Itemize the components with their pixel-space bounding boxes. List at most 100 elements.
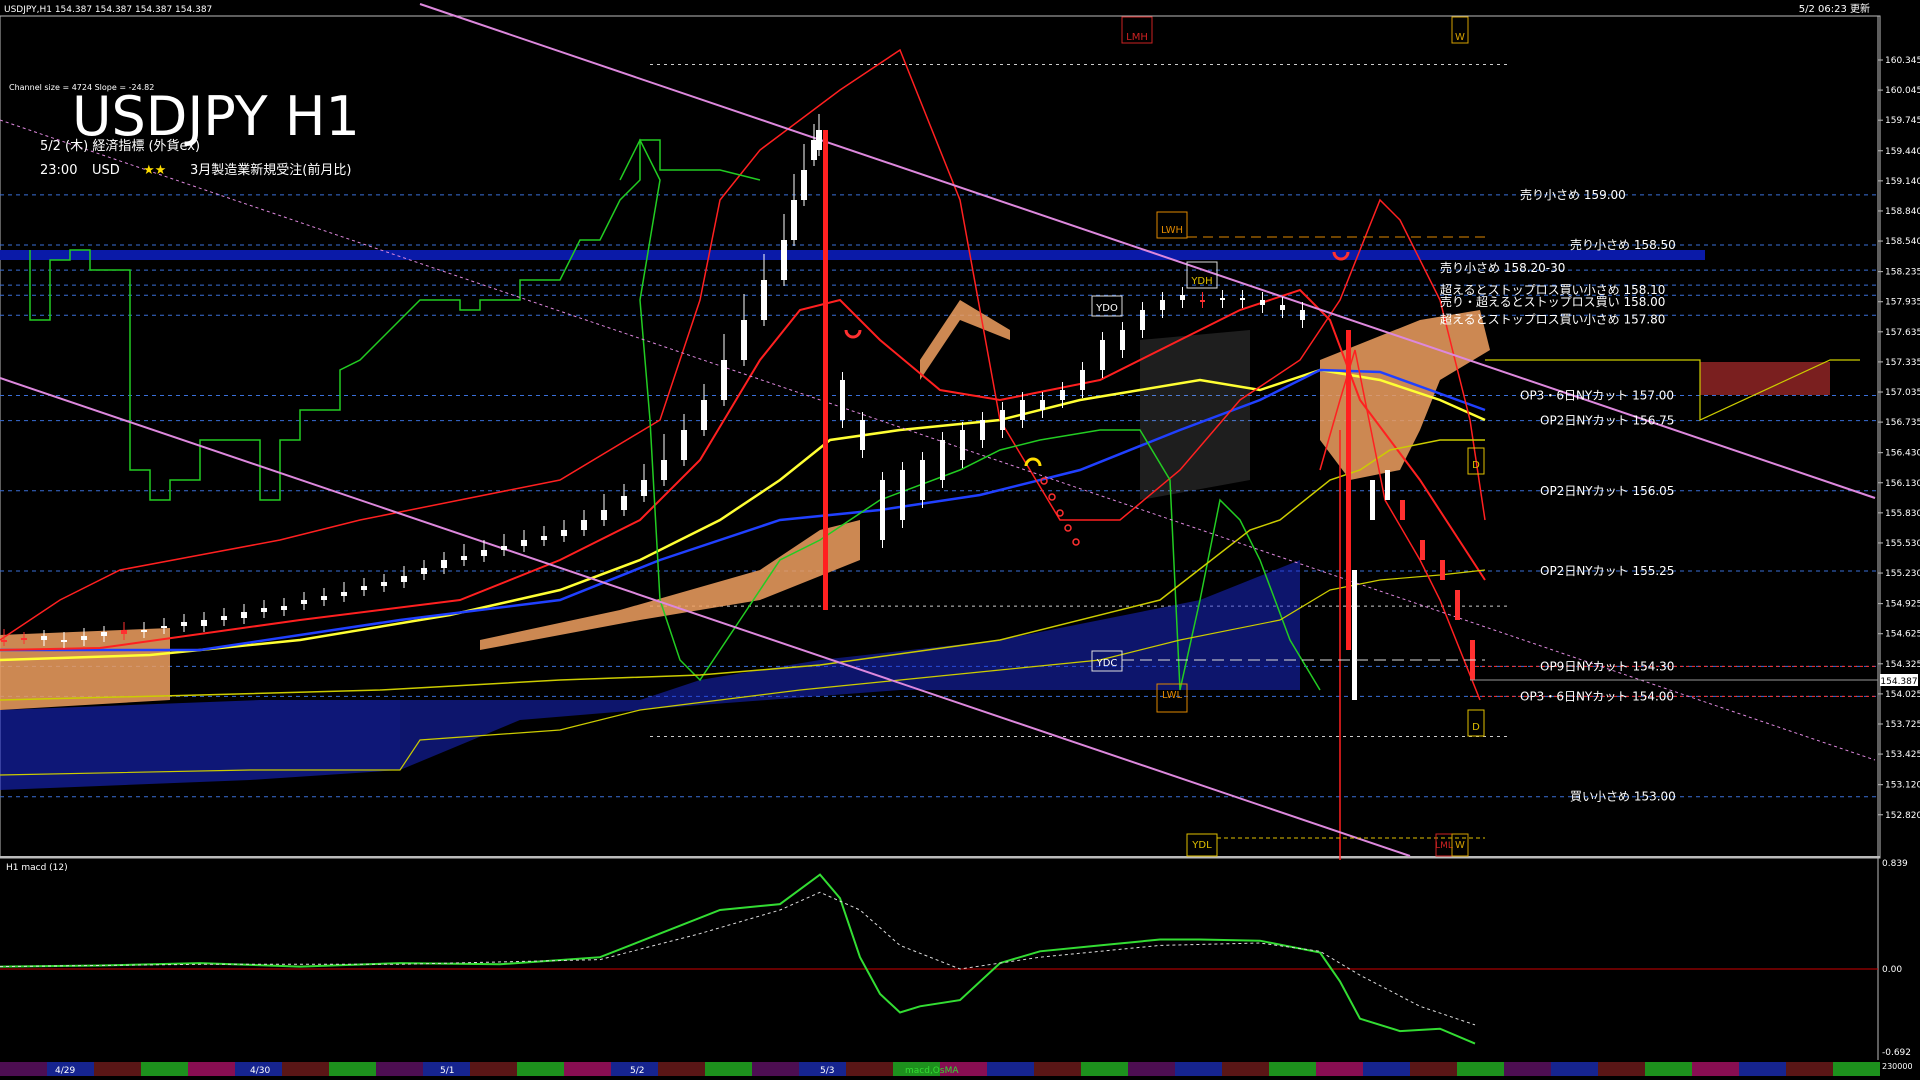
candle-body	[621, 496, 627, 510]
level-label: 売り小さめ 158.50	[1570, 237, 1676, 252]
candle-body	[361, 586, 367, 590]
time-segment	[94, 1062, 141, 1076]
resistance-band	[0, 250, 1705, 260]
candle-body	[1420, 540, 1425, 560]
time-segment	[1034, 1062, 1081, 1076]
candle-body	[421, 568, 427, 574]
time-segment	[987, 1062, 1034, 1076]
candle-body	[81, 636, 87, 640]
candle-body	[1385, 470, 1390, 500]
time-segment	[752, 1062, 799, 1076]
time-segment	[1739, 1062, 1786, 1076]
price-tick-label: 154.625	[1885, 630, 1920, 640]
ydo-label: YDO	[1095, 303, 1118, 314]
price-tick-label: 155.530	[1885, 539, 1920, 549]
candle-body	[401, 576, 407, 582]
macd-signal-line	[0, 891, 1476, 1026]
level-label: OP3・6日NYカット 157.00	[1520, 389, 1674, 403]
level-label: 売り小さめ 159.00	[1520, 187, 1626, 202]
candle-body	[481, 550, 487, 556]
time-segment	[470, 1062, 517, 1076]
time-segment	[1410, 1062, 1457, 1076]
time-segment	[1645, 1062, 1692, 1076]
candle-body	[761, 280, 767, 320]
candle-body	[801, 170, 807, 200]
price-tick-label: 153.725	[1885, 720, 1920, 730]
time-segment	[1175, 1062, 1222, 1076]
level-label: OP2日NYカット 156.05	[1540, 484, 1674, 498]
candle-body	[816, 130, 822, 150]
time-extra-label: macd,OsMA	[905, 1066, 959, 1076]
ydh-label: YDH	[1190, 276, 1212, 287]
candle-body	[1370, 480, 1375, 520]
time-segment	[1269, 1062, 1316, 1076]
time-segment	[1786, 1062, 1833, 1076]
candle-body	[101, 632, 107, 636]
candle-body	[791, 200, 797, 240]
time-segment	[1692, 1062, 1739, 1076]
time-segment	[1222, 1062, 1269, 1076]
usdjpy-h1-chart[interactable]: LMH W LWH YDH YDO YDC LWL YDL LML W D D	[0, 0, 1920, 1080]
event-name: 3月製造業新規受注(前月比)	[190, 162, 351, 178]
candle-body	[441, 560, 447, 568]
time-segment	[658, 1062, 705, 1076]
price-tick-label: 154.925	[1885, 600, 1920, 610]
time-label: 5/2	[630, 1066, 644, 1076]
time-segment	[0, 1062, 47, 1076]
candle-body	[501, 546, 507, 550]
candle-body	[41, 636, 47, 640]
time-segment	[517, 1062, 564, 1076]
d-low-label: D	[1472, 722, 1480, 733]
time-segment	[282, 1062, 329, 1076]
candle-body	[301, 600, 307, 604]
candle-body	[521, 540, 527, 546]
price-tick-label: 156.430	[1885, 449, 1920, 459]
candle-body	[1, 640, 7, 642]
price-tick-label: 154.325	[1885, 660, 1920, 670]
candle-body	[541, 536, 547, 540]
level-label: 売り小さめ 158.20-30	[1440, 260, 1565, 275]
level-label: 売り・超えるとストップロス買い 158.00	[1440, 294, 1665, 309]
candle-body	[341, 592, 347, 596]
lwl-label: LWL	[1162, 690, 1183, 701]
time-segment	[1363, 1062, 1410, 1076]
cloud-dotted	[1140, 330, 1250, 500]
macd-line	[0, 873, 1476, 1045]
time-segment	[846, 1062, 893, 1076]
candle-body	[221, 616, 227, 620]
candle-body	[121, 630, 127, 634]
price-tick-label: 157.935	[1885, 298, 1920, 308]
event-currency: USD	[92, 163, 120, 178]
time-segment	[188, 1062, 235, 1076]
candle-body	[1455, 590, 1460, 620]
time-segment	[1551, 1062, 1598, 1076]
candle-body	[823, 130, 828, 610]
time-segment	[1833, 1062, 1880, 1076]
lwh-label: LWH	[1161, 225, 1183, 236]
candle-body	[681, 430, 687, 460]
lmh-label: LMH	[1126, 32, 1148, 43]
level-label: 超えるとストップロス買い小さめ 157.80	[1440, 311, 1665, 326]
candle-body	[381, 582, 387, 586]
price-tick-label: 155.230	[1885, 569, 1920, 579]
time-segment	[1128, 1062, 1175, 1076]
level-label: 買い小さめ 153.00	[1570, 790, 1676, 804]
d-mid-label: D	[1472, 460, 1480, 471]
candle-body	[641, 480, 647, 496]
candle-body	[601, 510, 607, 520]
price-tick-label: 155.830	[1885, 509, 1920, 519]
time-segment	[329, 1062, 376, 1076]
candle-body	[1440, 560, 1445, 580]
candle-body	[1346, 330, 1351, 650]
time-label: 5/3	[820, 1066, 834, 1076]
candle-body	[61, 640, 67, 642]
macd-tick-bottom: -0.692	[1882, 1048, 1911, 1058]
price-tick-label: 152.820	[1885, 811, 1920, 821]
window-title: USDJPY,H1 154.387 154.387 154.387 154.38…	[4, 5, 212, 15]
candle-body	[1352, 570, 1357, 700]
w-top-label: W	[1455, 32, 1465, 43]
time-segment	[376, 1062, 423, 1076]
candle-body	[181, 622, 187, 626]
macd-label: H1 macd (12)	[6, 863, 68, 873]
candle-body	[461, 556, 467, 560]
